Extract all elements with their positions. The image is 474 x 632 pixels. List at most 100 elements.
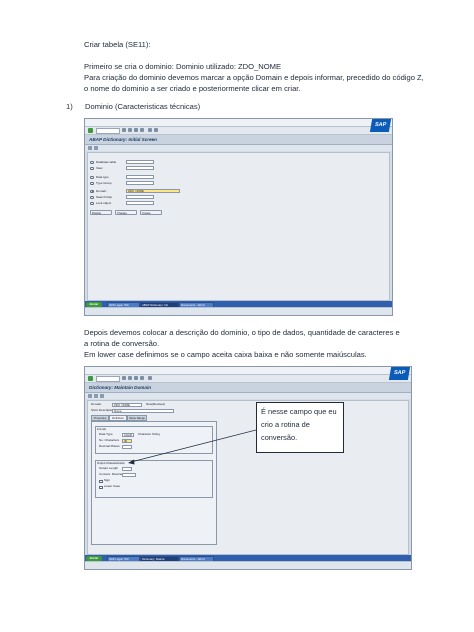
option-label: Data type: [96, 175, 109, 179]
print-icon[interactable]: [148, 128, 152, 132]
work-area: Domain ZDO_NOME New(Revised) Short Descr…: [87, 400, 409, 555]
list-item: Dominio (Caracteristicas técnicas): [85, 102, 201, 111]
option-label: Database table: [96, 160, 117, 164]
output-characteristics-group: Output Characteristics Output Length Con…: [95, 460, 213, 498]
sap-logo: SAP: [369, 119, 392, 132]
save-icon[interactable]: [122, 128, 126, 132]
type-group-field[interactable]: [126, 181, 154, 185]
list-number: 1): [66, 102, 73, 111]
intro-line-3: o nome do dominio a ser criado e posteri…: [84, 84, 301, 93]
sap-initial-screen-screenshot: Database Object Edit Goto Utilities Envi…: [84, 118, 393, 316]
command-field[interactable]: [96, 376, 120, 382]
status-text: New(Revised): [146, 402, 165, 406]
conversion-routine-field[interactable]: [122, 472, 136, 477]
domain-name-field[interactable]: ZDO_NOME: [112, 402, 142, 407]
callout-line-3: conversão.: [261, 433, 298, 442]
data-type-description: Character String: [138, 432, 160, 436]
sap-logo: SAP: [388, 367, 411, 380]
format-group: Format Data Type CHAR Character String N…: [95, 426, 213, 454]
status-bar: [85, 561, 411, 569]
standard-toolbar: [85, 127, 392, 135]
change-button[interactable]: Change: [115, 210, 137, 215]
doc-heading: Criar tabela (SE11):: [84, 40, 151, 49]
short-description-field[interactable]: Nome: [112, 408, 174, 413]
data-type-field[interactable]: CHAR: [122, 432, 134, 437]
screen-title: Dictionary: Maintain Domain: [89, 385, 152, 390]
no-characters-field[interactable]: 40: [122, 438, 132, 443]
database-table-field[interactable]: [126, 160, 154, 164]
option-label: Lock object: [96, 201, 112, 205]
callout-line-2: crio a rotina de: [261, 420, 310, 429]
enter-check-icon[interactable]: [88, 376, 93, 381]
find-icon[interactable]: [154, 128, 158, 132]
sign-checkbox[interactable]: [99, 479, 103, 483]
radio-button[interactable]: [90, 195, 94, 199]
radio-button[interactable]: [90, 175, 94, 179]
option-label: Search help: [96, 195, 113, 199]
enter-check-icon[interactable]: [88, 128, 93, 133]
save-icon[interactable]: [122, 376, 126, 380]
sap-maintain-domain-screenshot: Dictionary Object Edit Goto Utilities En…: [84, 366, 412, 570]
status-bar: [85, 307, 392, 315]
app-tool-icon[interactable]: [88, 146, 92, 150]
conversion-routine-label: Convers. Routine: [99, 472, 123, 476]
callout-box: É nesse campo que eu crio a rotina de co…: [256, 402, 344, 453]
decimal-places-label: Decimal Places: [99, 444, 120, 448]
output-length-label: Output Length: [99, 466, 119, 470]
create-button[interactable]: Create: [140, 210, 162, 215]
app-tool-icon[interactable]: [94, 146, 98, 150]
screen-title-bar: Dictionary: Maintain Domain: [85, 383, 411, 393]
app-tool-icon[interactable]: [100, 394, 104, 398]
data-type-label: Data Type: [99, 432, 113, 436]
short-description-label: Short Description: [91, 408, 115, 412]
print-icon[interactable]: [148, 376, 152, 380]
radio-button[interactable]: [90, 201, 94, 205]
radio-button[interactable]: [90, 160, 94, 164]
option-label: Type Group: [96, 181, 112, 185]
app-tool-icon[interactable]: [94, 394, 98, 398]
lowercase-label: Lower Case: [104, 484, 121, 488]
domain-label: Domain: [91, 402, 102, 406]
app-tool-icon[interactable]: [88, 394, 92, 398]
radio-button[interactable]: [90, 166, 94, 170]
sign-label: Sign: [104, 478, 111, 482]
output-group-title: Output Characteristics: [97, 460, 125, 465]
search-help-field[interactable]: [126, 195, 154, 199]
para2-line-3: Em lower case definimos se o campo aceit…: [84, 350, 367, 359]
para2-line-1: Depois devemos colocar a descrição do do…: [84, 328, 400, 337]
display-button[interactable]: Display: [90, 210, 112, 215]
cancel-icon[interactable]: [140, 376, 144, 380]
menu-bar: Dictionary Object Edit Goto Utilities En…: [85, 367, 411, 381]
exit-icon[interactable]: [134, 128, 138, 132]
exit-icon[interactable]: [134, 376, 138, 380]
work-area: Database table View Data type Type Group…: [87, 152, 390, 301]
option-label: Domain: [96, 189, 107, 193]
application-toolbar: [85, 393, 411, 399]
intro-line-1: Primeiro se cria o dominio: Dominio util…: [84, 62, 282, 71]
callout-line-1: É nesse campo que eu: [261, 407, 337, 416]
cancel-icon[interactable]: [140, 128, 144, 132]
intro-line-2: Para criação do dominio devemos marcar a…: [84, 73, 424, 82]
no-characters-label: No. Characters: [99, 438, 120, 442]
tab-panel: Format Data Type CHAR Character String N…: [91, 421, 217, 545]
radio-button-selected[interactable]: [90, 189, 94, 193]
screen-title-bar: ABAP Dictionary: Initial Screen: [85, 135, 392, 145]
command-field[interactable]: [96, 128, 120, 134]
option-label: View: [96, 166, 103, 170]
radio-button[interactable]: [90, 181, 94, 185]
format-group-title: Format: [97, 426, 106, 431]
back-icon[interactable]: [128, 128, 132, 132]
lock-object-field[interactable]: [126, 201, 154, 205]
back-icon[interactable]: [128, 376, 132, 380]
data-type-field[interactable]: [126, 175, 154, 179]
lowercase-checkbox[interactable]: [99, 485, 103, 489]
view-field[interactable]: [126, 166, 154, 170]
domain-field[interactable]: ZDO_NOME: [126, 189, 180, 193]
standard-toolbar: [85, 375, 411, 383]
output-length-field[interactable]: [122, 466, 132, 471]
screen-title: ABAP Dictionary: Initial Screen: [89, 137, 157, 142]
application-toolbar: [85, 145, 392, 151]
para2-line-2: a rotina de conversão.: [84, 339, 160, 348]
decimal-places-field[interactable]: [122, 444, 132, 449]
menu-bar: Database Object Edit Goto Utilities Envi…: [85, 119, 392, 133]
